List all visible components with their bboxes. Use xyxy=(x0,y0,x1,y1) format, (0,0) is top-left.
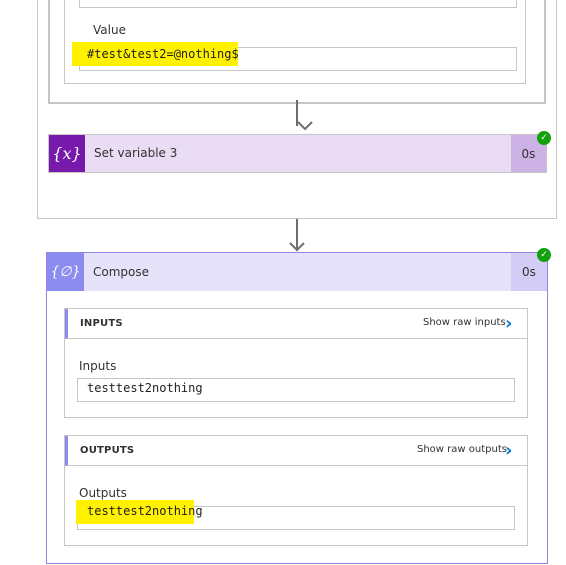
outputs-label: Outputs xyxy=(79,486,127,500)
outputs-value: testtest2nothing xyxy=(87,504,203,518)
outputs-section-header: OUTPUTS Show raw outputs › xyxy=(65,436,527,466)
inputs-section-header: INPUTS Show raw inputs › xyxy=(65,309,527,339)
show-raw-inputs-link[interactable]: Show raw inputs xyxy=(423,317,506,328)
inputs-value: testtest2nothing xyxy=(87,381,203,395)
scope-container: Value {x} Set variable 3 0s xyxy=(37,0,557,219)
set-variable-step-header[interactable]: {x} Set variable 3 0s xyxy=(48,134,547,173)
compose-step-card: {∅} Compose 0s INPUTS Show raw inputs › … xyxy=(46,252,548,564)
variable-icon: {x} xyxy=(49,135,85,172)
show-raw-outputs-link[interactable]: Show raw outputs xyxy=(417,444,507,455)
chevron-right-icon[interactable]: › xyxy=(505,440,512,461)
value-text: #test&test2=@nothing$ xyxy=(87,47,239,61)
set-variable-step-title: Set variable 3 xyxy=(94,146,178,160)
compose-step-header[interactable]: {∅} Compose 0s xyxy=(47,253,547,291)
outputs-field: testtest2nothing xyxy=(76,500,515,530)
inputs-section: INPUTS Show raw inputs › Inputs testtest… xyxy=(64,308,528,418)
inputs-label: Inputs xyxy=(79,359,117,373)
value-label: Value xyxy=(93,23,126,37)
name-field xyxy=(79,0,517,8)
inputs-field: testtest2nothing xyxy=(77,378,515,402)
inputs-section-title: INPUTS xyxy=(80,318,123,329)
outputs-section: OUTPUTS Show raw outputs › Outputs testt… xyxy=(64,435,528,546)
success-check-icon: ✓ xyxy=(537,248,551,262)
arrow-down-icon xyxy=(289,242,305,252)
compose-step-title: Compose xyxy=(93,265,150,279)
outputs-section-title: OUTPUTS xyxy=(80,445,135,456)
success-check-icon: ✓ xyxy=(537,131,551,145)
chevron-right-icon[interactable]: › xyxy=(505,313,512,334)
compose-icon: {∅} xyxy=(47,253,84,291)
